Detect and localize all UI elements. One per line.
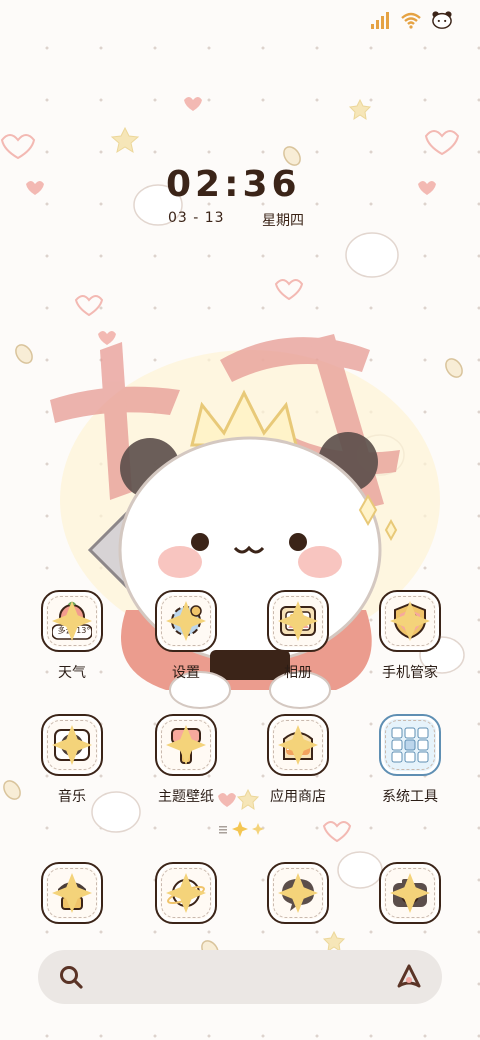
sparkle-icon bbox=[166, 873, 206, 913]
weather-icon: 多云 13° bbox=[41, 590, 103, 652]
signal-icon bbox=[371, 12, 389, 29]
sparkle-icon bbox=[166, 725, 206, 765]
app-store-icon: APP bbox=[267, 714, 329, 776]
clock-time: 02:36 bbox=[166, 164, 301, 205]
sparkle-icon bbox=[52, 873, 92, 913]
camera-icon bbox=[379, 862, 441, 924]
app-system-tools[interactable]: 系统工具 bbox=[360, 714, 460, 806]
sparkle-icon bbox=[278, 873, 318, 913]
app-label: 设置 bbox=[172, 665, 200, 681]
page-indicator[interactable] bbox=[218, 821, 264, 837]
status-bar bbox=[370, 10, 454, 30]
search-bar[interactable] bbox=[38, 950, 442, 1004]
app-app-store[interactable]: APP 应用商店 bbox=[248, 714, 348, 806]
record-icon bbox=[41, 714, 103, 776]
sparkle-icon bbox=[278, 725, 318, 765]
gear-icon bbox=[155, 590, 217, 652]
page-dot-icon bbox=[252, 823, 264, 835]
app-weather[interactable]: 多云 13° 天气 bbox=[22, 590, 122, 682]
app-phone-manager[interactable]: 手机管家 bbox=[360, 590, 460, 682]
sparkle-icon bbox=[390, 601, 430, 641]
app-label: 主题壁纸 bbox=[158, 789, 214, 805]
phone-icon bbox=[41, 862, 103, 924]
dock-messages[interactable] bbox=[248, 862, 348, 924]
folder-icon bbox=[379, 714, 441, 776]
page-dot-active-icon bbox=[232, 821, 248, 837]
clock-date: 03 - 13 bbox=[168, 210, 225, 226]
app-label: 音乐 bbox=[58, 789, 86, 805]
app-music[interactable]: 音乐 bbox=[22, 714, 122, 806]
message-icon bbox=[267, 862, 329, 924]
sparkle-icon bbox=[390, 873, 430, 913]
globe-icon bbox=[155, 862, 217, 924]
sparkle-icon bbox=[278, 601, 318, 641]
app-label: 手机管家 bbox=[382, 665, 438, 681]
app-themes[interactable]: 主题壁纸 bbox=[136, 714, 236, 806]
menu-lines-icon bbox=[219, 826, 227, 834]
app-label: 应用商店 bbox=[270, 789, 326, 805]
wifi-icon bbox=[401, 12, 421, 29]
photo-icon bbox=[267, 590, 329, 652]
search-icon[interactable] bbox=[58, 964, 84, 990]
sparkle-icon bbox=[166, 601, 206, 641]
paintbrush-icon bbox=[155, 714, 217, 776]
app-label: 相册 bbox=[284, 665, 312, 681]
app-label: 系统工具 bbox=[382, 789, 438, 805]
sparkle-icon bbox=[52, 601, 92, 641]
assistant-icon[interactable] bbox=[394, 962, 424, 992]
clock-weekday: 星期四 bbox=[262, 213, 304, 229]
dock-browser[interactable] bbox=[136, 862, 236, 924]
battery-panda-icon bbox=[432, 11, 452, 29]
shield-icon bbox=[379, 590, 441, 652]
app-label: 天气 bbox=[58, 665, 86, 681]
sparkle-icon bbox=[52, 725, 92, 765]
dock-camera[interactable] bbox=[360, 862, 460, 924]
app-settings[interactable]: 设置 bbox=[136, 590, 236, 682]
app-gallery[interactable]: 相册 bbox=[248, 590, 348, 682]
dock-phone[interactable] bbox=[22, 862, 122, 924]
